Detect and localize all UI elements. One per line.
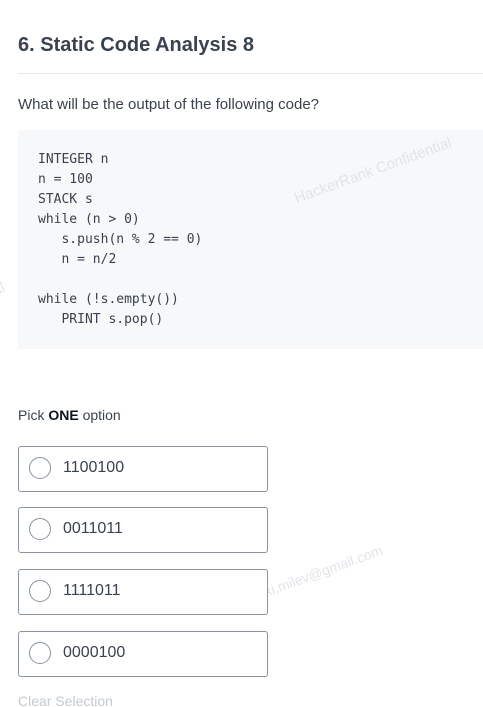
code-line: n = n/2 xyxy=(38,252,117,267)
radio-button[interactable] xyxy=(29,457,51,479)
radio-button[interactable] xyxy=(29,580,51,602)
option-1[interactable]: 1100100 xyxy=(18,446,268,492)
code-line: n = 100 xyxy=(38,172,93,187)
question-title: 6. Static Code Analysis 8 xyxy=(18,34,255,56)
option-3[interactable]: 1111011 xyxy=(18,569,268,615)
code-line: while (n > 0) xyxy=(38,212,140,227)
option-label: 1111011 xyxy=(63,582,121,599)
code-line: PRINT s.pop() xyxy=(38,312,164,327)
edge-watermark: al xyxy=(0,279,7,299)
option-4[interactable]: 0000100 xyxy=(18,631,268,677)
radio-button[interactable] xyxy=(29,518,51,540)
pick-instruction: Pick ONE option xyxy=(18,407,121,423)
title-divider xyxy=(18,73,483,74)
radio-button[interactable] xyxy=(29,642,51,664)
pick-suffix: option xyxy=(78,407,121,423)
option-label: 1100100 xyxy=(63,459,125,476)
pick-prefix: Pick xyxy=(18,407,49,423)
code-line: INTEGER n xyxy=(38,152,109,167)
question-page: 6. Static Code Analysis 8 What will be t… xyxy=(0,0,483,707)
code-line: while (!s.empty()) xyxy=(38,292,179,307)
question-prompt: What will be the output of the following… xyxy=(18,96,320,113)
option-label: 0011011 xyxy=(63,520,123,537)
pick-emphasis: ONE xyxy=(48,407,79,423)
option-label: 0000100 xyxy=(63,644,126,661)
option-2[interactable]: 0011011 xyxy=(18,507,268,553)
code-line: s.push(n % 2 == 0) xyxy=(38,232,203,247)
clear-selection-link[interactable]: Clear Selection xyxy=(18,693,113,707)
code-line: STACK s xyxy=(38,192,93,207)
